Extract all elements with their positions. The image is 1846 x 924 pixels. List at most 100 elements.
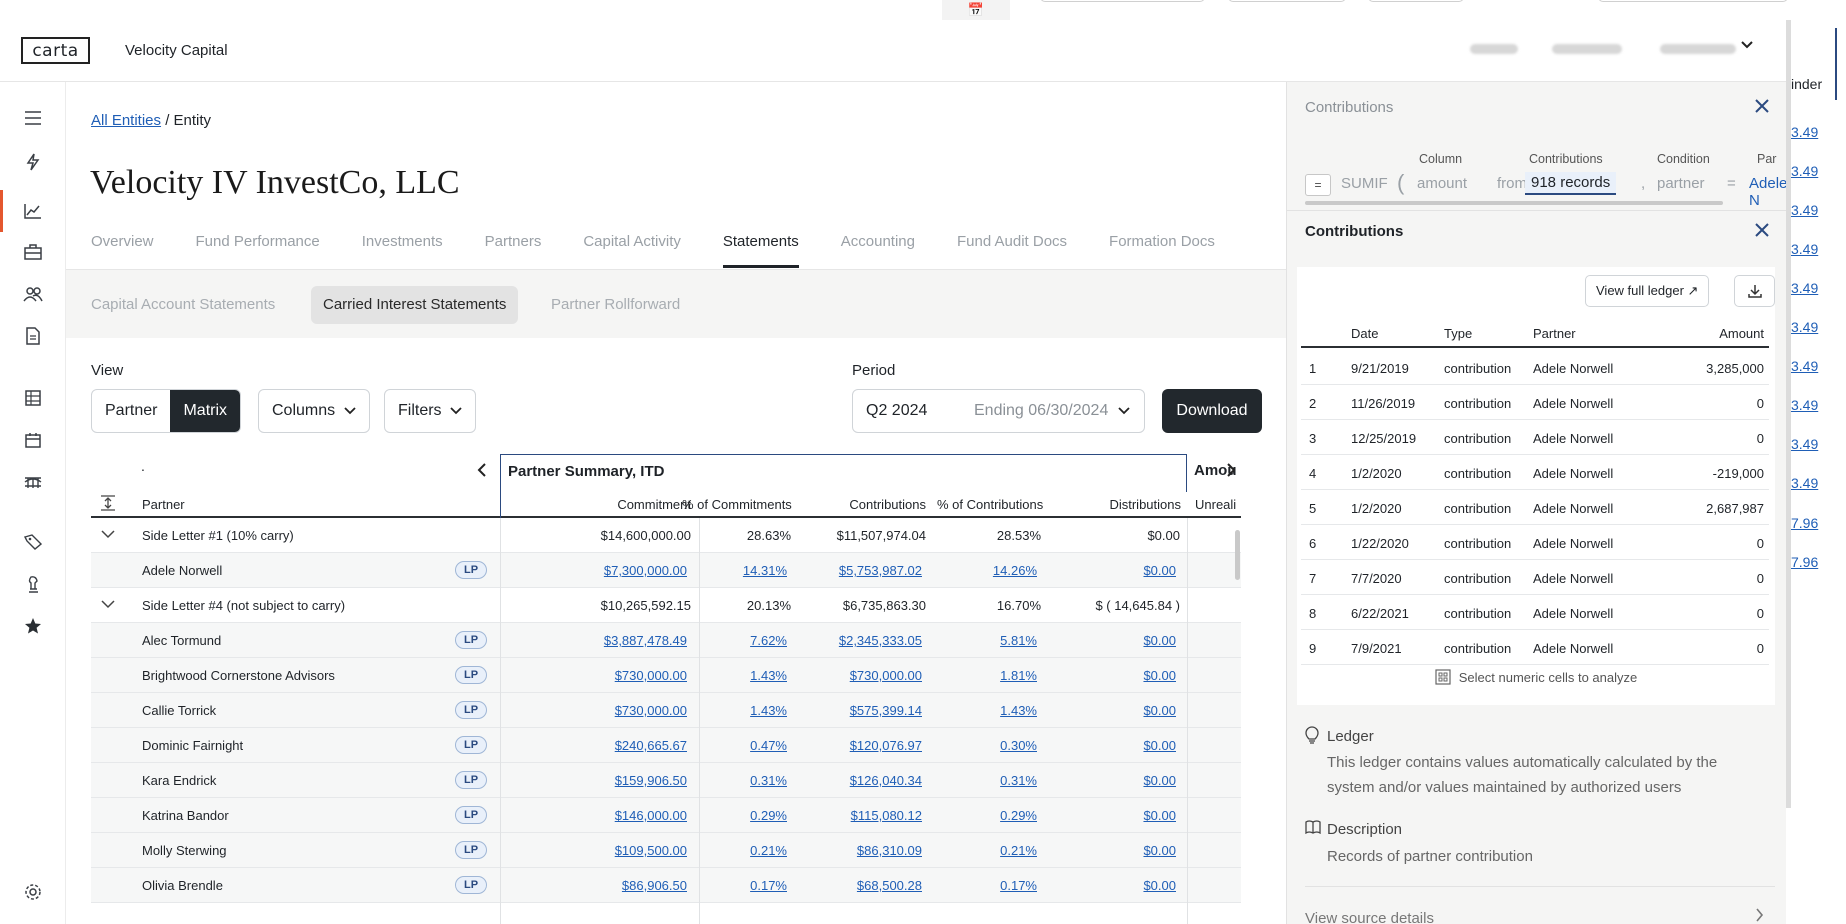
- cell-pct-contrib-link[interactable]: 0.30%: [1000, 738, 1037, 753]
- cell-dist-link[interactable]: $0.00: [1143, 703, 1176, 718]
- view-source-details-link[interactable]: View source details: [1305, 910, 1434, 924]
- table-row[interactable]: Katrina Bandor LP $146,000.00 0.29% $115,080…: [91, 798, 1241, 833]
- top-pill[interactable]: [1228, 0, 1346, 2]
- expand-collapse-icon[interactable]: [100, 495, 116, 514]
- ledger-col-partner[interactable]: Partner: [1533, 326, 1576, 341]
- sliver-value[interactable]: 3.49: [1791, 436, 1818, 452]
- cell-pct-commit-link[interactable]: 0.21%: [750, 843, 787, 858]
- chart-icon[interactable]: [19, 197, 47, 225]
- table-scrollbar[interactable]: [1235, 530, 1240, 580]
- cell-pct-contrib-link[interactable]: 0.17%: [1000, 878, 1037, 893]
- cell-pct-commit-link[interactable]: 0.31%: [750, 773, 787, 788]
- formula-cond-value[interactable]: partner: [1657, 175, 1705, 192]
- view-partner-button[interactable]: Partner: [92, 390, 170, 432]
- cell-pct-contrib-link[interactable]: 0.31%: [1000, 773, 1037, 788]
- sliver-value[interactable]: 3.49: [1791, 475, 1818, 491]
- table-row[interactable]: Olivia Brendle LP $86,906.50 0.17% $68,500.2…: [91, 868, 1241, 903]
- cell-contrib-link[interactable]: $2,345,333.05: [839, 633, 922, 648]
- col-contributions[interactable]: Contributions: [806, 497, 926, 512]
- cell-pct-contrib-link[interactable]: 0.29%: [1000, 808, 1037, 823]
- subtab-carried-interest[interactable]: Carried Interest Statements: [311, 286, 519, 324]
- ledger-row[interactable]: 4 1/2/2020 contribution Adele Norwell -219,0…: [1301, 455, 1769, 490]
- subtab-partner-rollforward[interactable]: Partner Rollforward: [539, 286, 692, 324]
- cell-pct-contrib-link[interactable]: 5.81%: [1000, 633, 1037, 648]
- table-icon[interactable]: [19, 384, 47, 412]
- cell-pct-commit-link[interactable]: 0.47%: [750, 738, 787, 753]
- cell-dist-link[interactable]: $0.00: [1143, 808, 1176, 823]
- period-selector[interactable]: Q2 2024 Ending 06/30/2024: [852, 389, 1145, 433]
- cell-pct-commit-link[interactable]: 1.43%: [750, 668, 787, 683]
- tab-accounting[interactable]: Accounting: [841, 228, 915, 268]
- col-distributions[interactable]: Distributions: [1061, 497, 1181, 512]
- columns-dropdown[interactable]: Columns: [258, 389, 370, 433]
- cell-pct-contrib-link[interactable]: 0.21%: [1000, 843, 1037, 858]
- menu-icon[interactable]: [19, 104, 47, 132]
- tab-formation-docs[interactable]: Formation Docs: [1109, 228, 1215, 268]
- carta-logo[interactable]: carta: [21, 37, 90, 64]
- cell-pct-commit-link[interactable]: 0.29%: [750, 808, 787, 823]
- star-icon[interactable]: [19, 612, 47, 640]
- table-group-row[interactable]: Side Letter #1 (10% carry) $14,600,000.00…: [91, 518, 1241, 553]
- chevron-left-icon[interactable]: [477, 462, 487, 481]
- cell-commitment-link[interactable]: $730,000.00: [615, 668, 687, 683]
- ledger-row[interactable]: 9 7/9/2021 contribution Adele Norwell 0: [1301, 630, 1769, 665]
- ledger-col-amount[interactable]: Amount: [1661, 326, 1764, 341]
- filters-dropdown[interactable]: Filters: [384, 389, 477, 433]
- ledger-col-type[interactable]: Type: [1444, 326, 1472, 341]
- calendar-icon[interactable]: [19, 426, 47, 454]
- subtab-capital-account[interactable]: Capital Account Statements: [79, 286, 287, 324]
- tab-statements[interactable]: Statements: [722, 228, 799, 268]
- cell-commitment-link[interactable]: $730,000.00: [615, 703, 687, 718]
- table-row[interactable]: Callie Torrick LP $730,000.00 1.43% $575,399…: [91, 693, 1241, 728]
- col-commitment[interactable]: Commitment: [591, 497, 691, 512]
- view-full-ledger-button[interactable]: View full ledger ↗: [1585, 275, 1710, 307]
- sliver-value[interactable]: 3.49: [1791, 397, 1818, 413]
- cell-dist-link[interactable]: $0.00: [1143, 773, 1176, 788]
- sliver-value[interactable]: 3.49: [1791, 241, 1818, 257]
- cell-pct-commit-link[interactable]: 1.43%: [750, 703, 787, 718]
- lightning-icon[interactable]: [19, 148, 47, 176]
- cell-commitment-link[interactable]: $7,300,000.00: [604, 563, 687, 578]
- table-row[interactable]: Molly Sterwing LP $109,500.00 0.21% $86,310.…: [91, 833, 1241, 868]
- download-button[interactable]: Download: [1162, 389, 1262, 433]
- formula-col-value[interactable]: amount: [1417, 175, 1467, 192]
- ledger-col-date[interactable]: Date: [1351, 326, 1378, 341]
- cell-commitment-link[interactable]: $146,000.00: [615, 808, 687, 823]
- chevron-down-icon[interactable]: [101, 597, 115, 612]
- ledger-row[interactable]: 1 9/21/2019 contribution Adele Norwell 3,285…: [1301, 350, 1769, 385]
- breadcrumb-all-entities[interactable]: All Entities: [91, 112, 161, 129]
- chevron-right-icon[interactable]: [1226, 462, 1236, 481]
- cell-commitment-link[interactable]: $240,665.67: [615, 738, 687, 753]
- cell-dist-link[interactable]: $0.00: [1143, 878, 1176, 893]
- ledger-row[interactable]: 5 1/2/2020 contribution Adele Norwell 2,687,…: [1301, 490, 1769, 525]
- chevron-right-icon[interactable]: [1755, 908, 1764, 924]
- close-icon[interactable]: [1755, 96, 1769, 119]
- ledger-row[interactable]: 8 6/22/2021 contribution Adele Norwell 0: [1301, 595, 1769, 630]
- cell-contrib-link[interactable]: $126,040.34: [850, 773, 922, 788]
- cell-dist-link[interactable]: $0.00: [1143, 738, 1176, 753]
- cell-contrib-link[interactable]: $86,310.09: [857, 843, 922, 858]
- top-pill[interactable]: [1040, 0, 1205, 2]
- tab-partners[interactable]: Partners: [485, 228, 542, 268]
- cell-dist-link[interactable]: $0.00: [1143, 668, 1176, 683]
- document-icon[interactable]: [19, 322, 47, 350]
- cell-commitment-link[interactable]: $86,906.50: [622, 878, 687, 893]
- tab-fund-audit-docs[interactable]: Fund Audit Docs: [957, 228, 1067, 268]
- cell-contrib-link[interactable]: $115,080.12: [851, 808, 922, 823]
- close-icon[interactable]: [1755, 220, 1769, 243]
- cell-contrib-link[interactable]: $730,000.00: [850, 668, 922, 683]
- col-pct-contributions[interactable]: % of Contributions: [937, 497, 1043, 512]
- top-pill[interactable]: [1368, 0, 1464, 2]
- settings-icon[interactable]: [19, 878, 47, 906]
- sliver-value[interactable]: 3.49: [1791, 280, 1818, 296]
- cell-pct-contrib-link[interactable]: 1.81%: [1000, 668, 1037, 683]
- tab-capital-activity[interactable]: Capital Activity: [583, 228, 681, 268]
- tab-investments[interactable]: Investments: [362, 228, 443, 268]
- cell-dist-link[interactable]: $0.00: [1143, 843, 1176, 858]
- table-row[interactable]: Adele Norwell LP $7,300,000.00 14.31% $5,753…: [91, 553, 1241, 588]
- formula-par-value[interactable]: Adele N: [1749, 175, 1786, 209]
- cell-contrib-link[interactable]: $120,076.97: [850, 738, 922, 753]
- sliver-value[interactable]: 3.49: [1791, 319, 1818, 335]
- cell-contrib-link[interactable]: $5,753,987.02: [839, 563, 922, 578]
- sliver-value[interactable]: 3.49: [1791, 202, 1818, 218]
